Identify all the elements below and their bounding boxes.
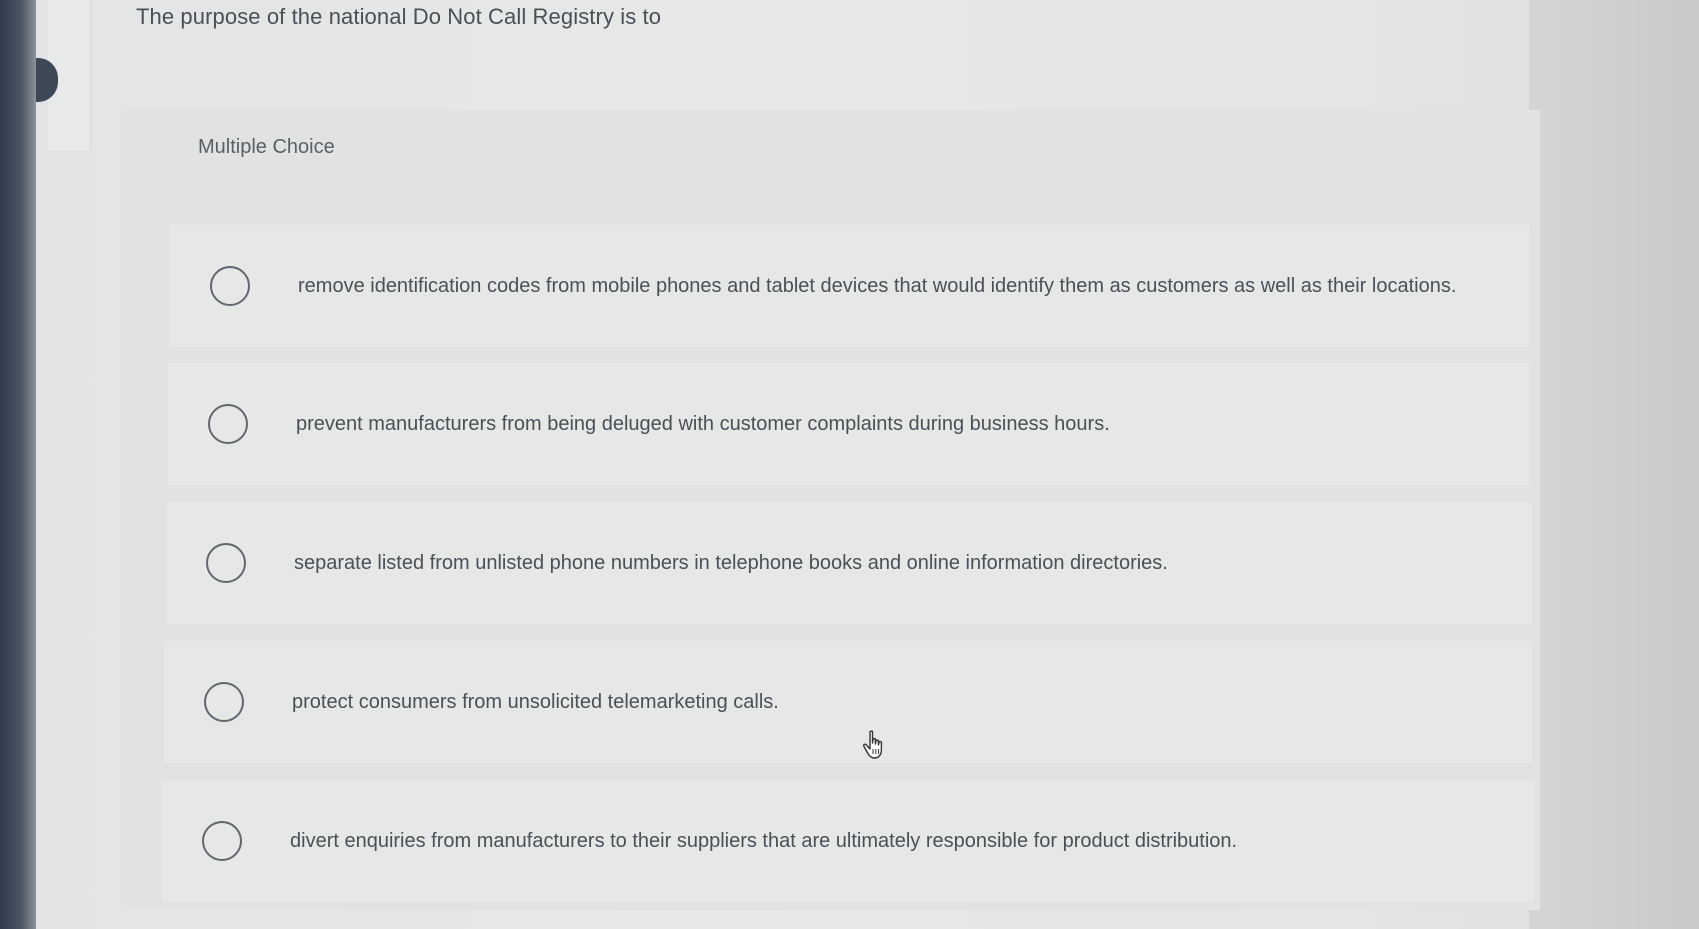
question-type-label: Multiple Choice	[198, 136, 335, 158]
answer-option-label: protect consumers from unsolicited telem…	[292, 690, 779, 713]
radio-unchecked-icon[interactable]	[208, 404, 248, 444]
radio-unchecked-icon[interactable]	[206, 543, 246, 583]
radio-unchecked-icon[interactable]	[202, 821, 242, 861]
answer-option-label: divert enquiries from manufacturers to t…	[290, 829, 1238, 852]
answer-option-1[interactable]: remove identification codes from mobile …	[170, 225, 1530, 347]
hand-pointer-icon	[862, 730, 883, 759]
radio-unchecked-icon[interactable]	[210, 266, 250, 306]
page-right-margin	[1529, 0, 1699, 929]
answer-option-4[interactable]: protect consumers from unsolicited telem…	[164, 641, 1532, 763]
answer-option-label: separate listed from unlisted phone numb…	[294, 551, 1168, 574]
answer-option-2[interactable]: prevent manufacturers from being deluged…	[168, 363, 1530, 485]
answer-option-3[interactable]: separate listed from unlisted phone numb…	[166, 502, 1532, 624]
answer-option-label: prevent manufacturers from being deluged…	[296, 412, 1110, 435]
radio-unchecked-icon[interactable]	[204, 682, 244, 722]
window-left-edge	[0, 0, 36, 929]
answer-option-label: remove identification codes from mobile …	[298, 274, 1457, 297]
answer-option-5[interactable]: divert enquiries from manufacturers to t…	[162, 780, 1534, 902]
question-text: The purpose of the national Do Not Call …	[136, 4, 662, 29]
